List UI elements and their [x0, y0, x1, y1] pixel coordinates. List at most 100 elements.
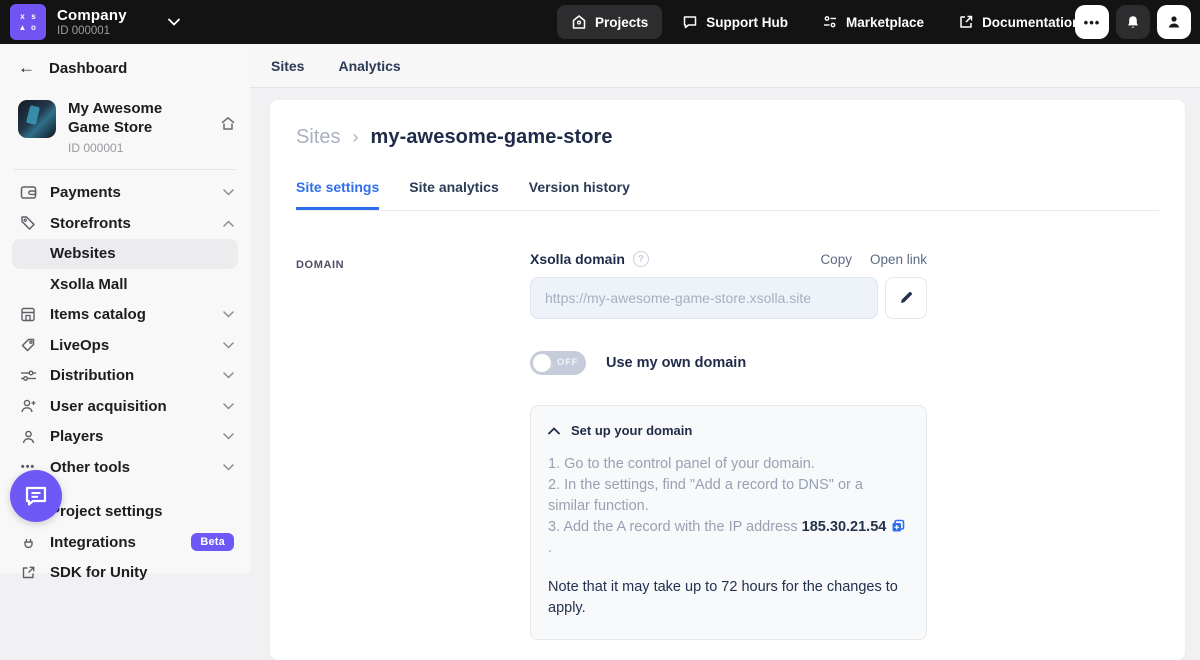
sidebar-item-xsolla-mall[interactable]: Xsolla Mall	[12, 269, 238, 300]
domain-section-label: DOMAIN	[296, 259, 344, 271]
wallet-icon	[18, 185, 38, 200]
setup-step-1: 1. Go to the control panel of your domai…	[548, 454, 906, 475]
more-options-button[interactable]: •••	[1075, 5, 1109, 39]
chevron-up-icon	[548, 427, 560, 435]
own-domain-toggle[interactable]: OFF	[530, 351, 586, 375]
ellipsis-icon: •••	[1084, 16, 1101, 29]
page-title: my-awesome-game-store	[370, 126, 612, 149]
shop-icon	[18, 307, 38, 322]
sidebar-item-storefronts[interactable]: Storefronts	[0, 208, 250, 239]
chevron-right-icon: ›	[352, 127, 358, 148]
own-domain-toggle-row: OFF Use my own domain	[530, 351, 927, 375]
home-icon	[571, 14, 587, 30]
back-to-dashboard[interactable]: ← Dashboard	[0, 44, 250, 78]
copy-ip-icon[interactable]	[891, 519, 905, 533]
company-switcher[interactable]: xs▲o Company ID 000001	[0, 4, 180, 40]
setup-panel-header[interactable]: Set up your domain	[548, 423, 906, 438]
setup-step-3: 3. Add the A record with the IP address …	[548, 517, 906, 559]
beta-badge: Beta	[191, 533, 234, 551]
top-navigation: Projects Support Hub Marketplace Documen…	[557, 0, 1094, 44]
chevron-up-icon	[223, 220, 234, 227]
top-bar: xs▲o Company ID 000001 Projects Support …	[0, 0, 1200, 44]
tab-site-settings[interactable]: Site settings	[296, 179, 379, 210]
chevron-down-icon	[223, 433, 234, 440]
edit-domain-button[interactable]	[885, 277, 927, 319]
nav-projects-label: Projects	[595, 15, 648, 30]
setup-steps: 1. Go to the control panel of your domai…	[548, 454, 906, 559]
pencil-icon	[898, 290, 914, 306]
person-icon	[18, 429, 38, 445]
sliders-icon	[18, 369, 38, 382]
company-id: ID 000001	[57, 25, 127, 37]
breadcrumb: Sites › my-awesome-game-store	[296, 126, 1159, 149]
dashboard-label: Dashboard	[49, 60, 127, 77]
sidebar-item-websites[interactable]: Websites	[12, 239, 238, 270]
toggle-state: OFF	[557, 357, 578, 368]
sidebar-item-payments[interactable]: Payments	[0, 178, 250, 209]
nav-support-hub-label: Support Hub	[706, 15, 788, 30]
project-id: ID 000001	[68, 141, 208, 155]
project-switcher[interactable]: My Awesome Game Store ID 000001	[0, 78, 250, 155]
chevron-down-icon	[223, 342, 234, 349]
sidebar-item-players[interactable]: Players	[0, 422, 250, 453]
chevron-down-icon	[223, 311, 234, 318]
sidebar-item-integrations[interactable]: Integrations Beta	[0, 527, 250, 558]
site-settings-card: Sites › my-awesome-game-store Site setti…	[270, 100, 1185, 660]
own-domain-label: Use my own domain	[606, 355, 746, 371]
home-icon[interactable]	[220, 116, 236, 131]
setup-domain-panel: Set up your domain 1. Go to the control …	[530, 405, 927, 640]
chevron-down-icon	[223, 403, 234, 410]
open-link[interactable]: Open link	[870, 252, 927, 267]
company-info: Company ID 000001	[57, 7, 127, 37]
setup-step-2: 2. In the settings, find "Add a record t…	[548, 475, 906, 517]
sidebar-item-items-catalog[interactable]: Items catalog	[0, 300, 250, 331]
tag-icon	[18, 337, 38, 353]
breadcrumb-sites-link[interactable]: Sites	[296, 126, 340, 149]
sidebar-item-user-acquisition[interactable]: User acquisition	[0, 391, 250, 422]
chevron-down-icon	[223, 464, 234, 471]
sidebar-item-distribution[interactable]: Distribution	[0, 361, 250, 392]
company-name: Company	[57, 7, 127, 24]
xsolla-domain-header: Xsolla domain ? Copy Open link	[530, 251, 927, 267]
support-chat-button[interactable]	[10, 470, 62, 522]
plug-icon	[18, 535, 38, 550]
xsolla-domain-input[interactable]	[530, 277, 878, 319]
user-icon	[1166, 14, 1182, 30]
tune-icon	[822, 14, 838, 30]
chevron-down-icon	[223, 372, 234, 379]
tab-version-history[interactable]: Version history	[529, 179, 630, 210]
nav-documentation-label: Documentation	[982, 15, 1080, 30]
domain-section: DOMAIN Xsolla domain ? Copy Open link	[296, 251, 1159, 640]
nav-marketplace-label: Marketplace	[846, 15, 924, 30]
tab-sites[interactable]: Sites	[271, 58, 304, 74]
help-icon[interactable]: ?	[633, 251, 649, 267]
nav-projects[interactable]: Projects	[557, 5, 662, 39]
chat-bubble-icon	[682, 14, 698, 30]
nav-support-hub[interactable]: Support Hub	[668, 5, 802, 39]
ip-address: 185.30.21.54	[802, 519, 887, 535]
chevron-down-icon[interactable]	[168, 18, 180, 26]
xsolla-domain-label: Xsolla domain	[530, 251, 625, 267]
setup-note: Note that it may take up to 72 hours for…	[548, 577, 906, 619]
nav-marketplace[interactable]: Marketplace	[808, 5, 938, 39]
chevron-down-icon	[223, 189, 234, 196]
sidebar-divider	[14, 169, 236, 170]
project-name: My Awesome Game Store	[68, 100, 208, 138]
bell-icon	[1125, 14, 1141, 31]
project-avatar	[18, 100, 56, 138]
tag-icon	[18, 215, 38, 231]
external-link-icon	[958, 14, 974, 30]
account-button[interactable]	[1157, 5, 1191, 39]
person-plus-icon	[18, 398, 38, 414]
toggle-knob	[533, 354, 551, 372]
nav-documentation[interactable]: Documentation	[944, 5, 1094, 39]
setup-panel-title: Set up your domain	[571, 423, 692, 438]
notifications-button[interactable]	[1116, 5, 1150, 39]
chat-icon	[23, 484, 49, 508]
sidebar-item-liveops[interactable]: LiveOps	[0, 330, 250, 361]
site-tabs: Site settings Site analytics Version his…	[296, 179, 1159, 211]
tab-site-analytics[interactable]: Site analytics	[409, 179, 499, 210]
back-arrow-icon: ←	[18, 58, 35, 78]
copy-link[interactable]: Copy	[820, 252, 852, 267]
tab-analytics[interactable]: Analytics	[338, 58, 400, 74]
